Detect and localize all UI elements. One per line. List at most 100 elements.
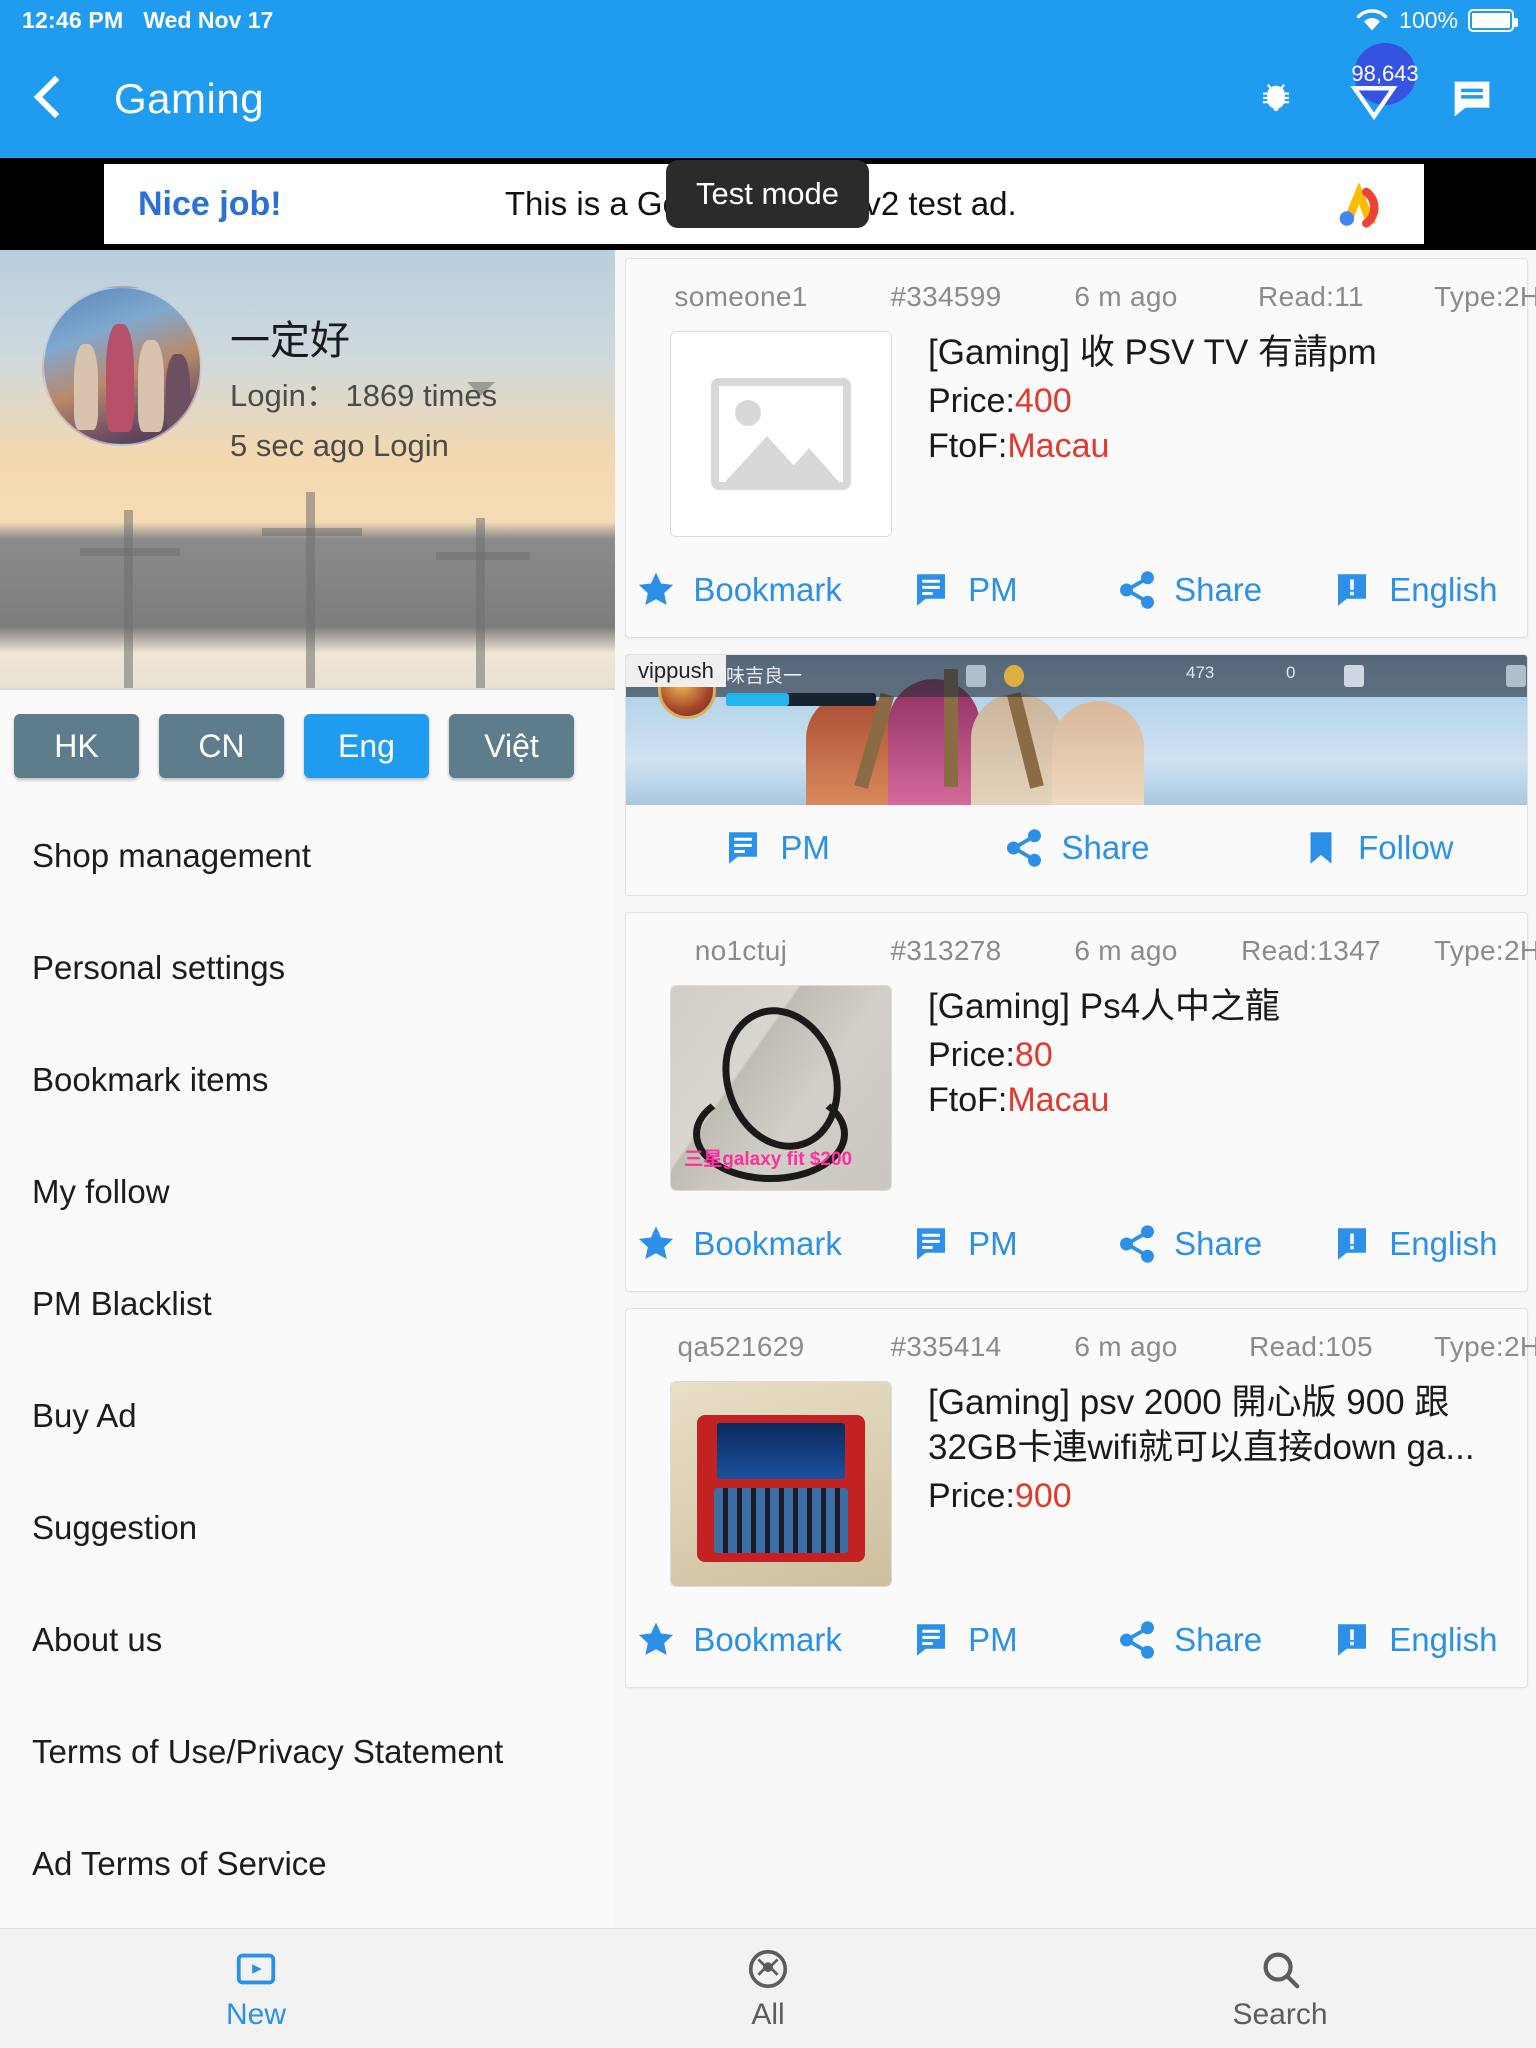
share-label: Share <box>1174 1225 1263 1262</box>
profile-name: 一定好 <box>230 319 350 363</box>
english-button[interactable]: English <box>1302 1619 1527 1661</box>
sidebar-item-bookmark-items[interactable]: Bookmark items <box>0 1024 615 1136</box>
english-button[interactable]: English <box>1302 569 1527 611</box>
post-meta: no1ctuj #313278 6 m ago Read:1347 Type:2… <box>626 913 1536 975</box>
profile-login-count: Login： 1869 times <box>230 378 498 413</box>
nav-label-search: Search <box>1232 1997 1328 2031</box>
content-area: 一定好 Login： 1869 times 5 sec ago Login Si… <box>0 250 1536 1928</box>
sidebar-item-my-follow[interactable]: My follow <box>0 1136 615 1248</box>
post-title: [Gaming] Ps4人中之龍 <box>928 987 1281 1026</box>
post-thumbnail[interactable]: 三星galaxy fit $200 <box>670 985 892 1191</box>
battery-percent: 100% <box>1399 6 1458 33</box>
post-type: Type:2Hand <box>1434 935 1536 966</box>
bookmark-label: Bookmark <box>693 1621 842 1658</box>
follow-button[interactable]: Follow <box>1227 827 1527 869</box>
price-value: 900 <box>1014 1476 1072 1515</box>
follow-label: Follow <box>1358 829 1454 866</box>
avatar[interactable] <box>42 286 202 446</box>
profile-last-login: 5 sec ago Login <box>230 428 449 463</box>
sidebar-item-buy-ad[interactable]: Buy Ad <box>0 1360 615 1472</box>
alert-bubble-icon <box>1338 1228 1367 1260</box>
chevron-down-icon[interactable] <box>467 382 495 396</box>
sidebar-item-personal-settings[interactable]: Personal settings <box>0 912 615 1024</box>
game-ad-image[interactable]: vippush 味吉良一 473 0 <box>626 655 1527 805</box>
post-thumbnail[interactable] <box>670 331 892 537</box>
sidebar-item-suggestion[interactable]: Suggestion <box>0 1472 615 1584</box>
ad-headline: Nice job! <box>138 184 282 223</box>
ftof-value: Macau <box>1007 426 1110 465</box>
bookmark-button[interactable]: Bookmark <box>626 569 851 611</box>
new-video-icon <box>236 1953 276 1984</box>
lang-button-viet[interactable]: Việt <box>449 714 574 778</box>
game-counter: 473 <box>1186 663 1215 682</box>
post-meta: qa521629 #335414 6 m ago Read:105 Type:2… <box>626 1309 1536 1371</box>
search-icon <box>1263 1952 1300 1988</box>
post-actions: Bookmark PM Share English <box>626 1203 1527 1291</box>
english-button[interactable]: English <box>1302 1223 1527 1265</box>
sidebar-item-pm-blacklist[interactable]: PM Blacklist <box>0 1248 615 1360</box>
share-button[interactable]: Share <box>926 827 1226 869</box>
share-icon <box>1120 571 1155 609</box>
english-label: English <box>1389 571 1498 608</box>
nav-label-all: All <box>751 1997 785 2031</box>
share-button[interactable]: Share <box>1077 1619 1302 1661</box>
post-meta: someone1 #334599 6 m ago Read:11 Type:2H… <box>626 259 1536 321</box>
nav-item-new[interactable]: New <box>0 1946 512 2032</box>
post-author: qa521629 <box>677 1331 805 1362</box>
game-ad-card[interactable]: vippush 味吉良一 473 0 PM Share Follow <box>625 654 1528 896</box>
pm-button[interactable]: PM <box>851 1223 1076 1265</box>
nav-item-search[interactable]: Search <box>1024 1946 1536 2032</box>
post-thumbnail[interactable] <box>670 1381 892 1587</box>
post-card[interactable]: qa521629 #335414 6 m ago Read:105 Type:2… <box>625 1308 1536 1688</box>
pm-button[interactable]: PM <box>851 1619 1076 1661</box>
chat-bubble-icon <box>917 574 946 606</box>
profile-card[interactable]: 一定好 Login： 1869 times 5 sec ago Login Si… <box>0 250 615 690</box>
post-price: Price:80 <box>928 1036 1503 1075</box>
sidebar-item-ad-terms-of-service[interactable]: Ad Terms of Service <box>0 1808 615 1920</box>
sidebar-item-terms-of-use[interactable]: Terms of Use/Privacy Statement <box>0 1696 615 1808</box>
lang-button-hk[interactable]: HK <box>14 714 139 778</box>
pm-button[interactable]: PM <box>626 827 926 869</box>
diamond-icon[interactable]: 98,643 <box>1348 43 1419 125</box>
post-card[interactable]: no1ctuj #313278 6 m ago Read:1347 Type:2… <box>625 912 1536 1292</box>
share-label: Share <box>1061 829 1150 866</box>
share-label: Share <box>1174 571 1263 608</box>
sidebar-item-about-us[interactable]: About us <box>0 1584 615 1696</box>
post-feed[interactable]: someone1 #334599 6 m ago Read:11 Type:2H… <box>615 250 1536 1928</box>
nav-label-new: New <box>225 1997 286 2031</box>
share-button[interactable]: Share <box>1077 569 1302 611</box>
post-id: #313278 <box>890 935 1002 966</box>
compass-icon <box>748 1949 788 1988</box>
pm-button[interactable]: PM <box>851 569 1076 611</box>
bookmark-button[interactable]: Bookmark <box>626 1223 851 1265</box>
lang-button-cn[interactable]: CN <box>159 714 284 778</box>
star-icon <box>639 1622 674 1656</box>
message-icon[interactable] <box>1446 73 1498 125</box>
ftof-label: FtoF: <box>928 426 1008 465</box>
back-chevron-icon[interactable] <box>26 76 72 122</box>
alert-bubble-icon <box>1338 1624 1367 1656</box>
post-read-count: Read:11 <box>1258 281 1364 312</box>
status-time: 12:46 PM <box>22 6 124 33</box>
bookmark-label: Bookmark <box>693 571 842 608</box>
post-card[interactable]: someone1 #334599 6 m ago Read:11 Type:2H… <box>625 258 1536 638</box>
post-time: 6 m ago <box>1074 1331 1178 1362</box>
game-player-name: 味吉良一 <box>726 666 803 687</box>
nav-item-all[interactable]: All <box>512 1946 1024 2032</box>
lang-button-eng[interactable]: Eng <box>304 714 429 778</box>
english-label: English <box>1389 1225 1498 1262</box>
app-bar: Gaming 98,643 <box>0 40 1536 158</box>
share-label: Share <box>1174 1621 1263 1658</box>
bug-icon[interactable] <box>1250 73 1302 125</box>
admob-logo-icon <box>1339 182 1379 228</box>
post-read-count: Read:105 <box>1249 1331 1373 1362</box>
post-type: Type:2Hand <box>1434 1331 1536 1362</box>
bookmark-button[interactable]: Bookmark <box>626 1619 851 1661</box>
post-title: [Gaming] psv 2000 開心版 900 跟32GB卡連wifi就可以… <box>928 1383 1475 1467</box>
price-label: Price: <box>928 1476 1015 1515</box>
share-button[interactable]: Share <box>1077 1223 1302 1265</box>
page-title: Gaming <box>114 75 265 122</box>
price-label: Price: <box>928 381 1015 420</box>
sidebar-item-shop-management[interactable]: Shop management <box>0 800 615 912</box>
post-id: #335414 <box>890 1331 1002 1362</box>
